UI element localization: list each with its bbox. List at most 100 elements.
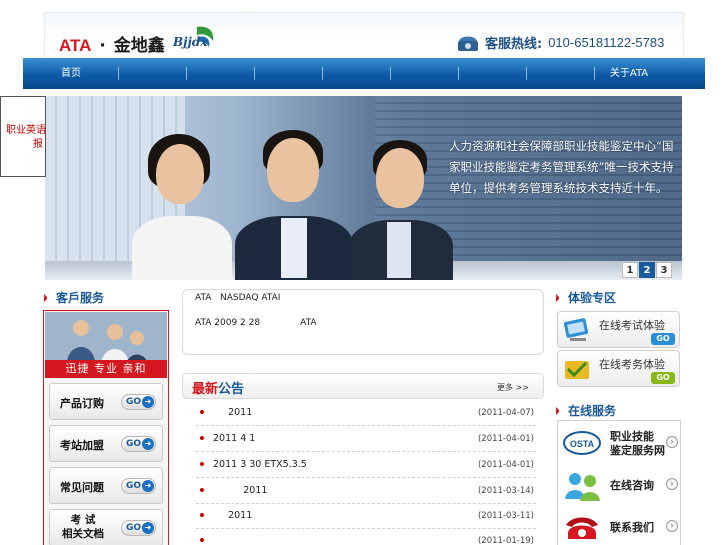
contact-us-label: 联系我们 [610,521,654,534]
site-logo[interactable]: ATA · 金地鑫 [59,31,165,56]
notice-text[interactable]: 2011 [213,485,267,496]
notice-date: (2011-03-14) [477,486,534,496]
bullet-dot-icon [200,488,204,492]
go-arrow-icon[interactable]: GO [651,372,675,384]
consult-people-icon [565,473,600,501]
exam-screen-icon [563,318,589,341]
go-arrow-icon[interactable]: GO [121,436,156,452]
hotline-label: 客服热线: [485,37,543,52]
go-arrow-icon[interactable]: GO [121,520,156,536]
order-product-label: 产品订购 [60,397,104,410]
logo-ata-text: ATA [59,36,92,55]
site-header: ATA · 金地鑫 Bjjdx 客服热线: 010-65181122-5783 [44,12,684,62]
side-popup-ad[interactable]: 职业英语 报 [0,96,46,177]
online-affairs-demo-button[interactable]: 在线考务体验 GO [557,350,680,387]
notice-row[interactable]: 2011 (2011-03-11) [196,503,536,529]
customer-service-panel: 迅捷 专业 亲和 产品订购 GO 考站加盟 GO 常见问题 GO 考 试 相关文… [43,310,169,545]
nav-item-7[interactable] [459,58,527,89]
banner-page-1[interactable]: 1 [622,262,638,278]
experience-heading: 体验专区 [556,289,616,306]
online-service-heading: 在线服务 [556,402,616,419]
chevron-right-icon[interactable]: › [666,478,678,490]
notice-title: 最新公告 [192,378,244,397]
bullet-dot-icon [200,538,204,542]
section-bullet-icon [556,406,562,415]
notice-row[interactable]: 2011 3 30 ETX5.3.5 (2011-04-01) [196,452,536,478]
nav-item-8[interactable] [527,58,595,89]
nav-item-about[interactable]: 关于ATA [595,58,663,89]
news-line-2[interactable]: ATA 2009 2 28 ATA [195,318,317,328]
affairs-folder-icon [565,361,589,379]
online-consult-label: 在线咨询 [610,479,654,492]
skill-appraisal-label: 职业技能 鉴定服务网 [610,430,665,458]
banner-person-man-center [235,130,355,280]
banner-person-man-right [345,140,455,280]
notice-text[interactable]: 2011 4 1 [213,433,255,444]
faq-label: 常见问题 [60,481,104,494]
notice-row[interactable]: 2011 (2011-04-07) [196,400,536,426]
notice-text[interactable]: 2011 [213,510,252,521]
chevron-right-icon[interactable]: › [666,520,678,532]
banner-caption: 人力资源和社会保障部职业技能鉴定中心“国家职业技能鉴定考务管理系统”唯一技术支持… [449,139,674,195]
nav-item-3[interactable] [187,58,255,89]
notice-title-b: 公告 [218,382,245,397]
notice-header: 最新公告 更多 >> [182,373,544,399]
go-arrow-icon[interactable]: GO [651,333,675,345]
customer-service-slogan: 迅捷 专业 亲和 [45,360,167,378]
notice-row[interactable]: 2011 (2011-03-14) [196,478,536,504]
hero-banner[interactable]: 人力资源和社会保障部职业技能鉴定中心“国家职业技能鉴定考务管理系统”唯一技术支持… [45,96,682,280]
join-exam-station-button[interactable]: 考站加盟 GO [49,425,163,462]
section-bullet-icon [556,293,562,302]
bullet-dot-icon [200,513,204,517]
skill-appraisal-link[interactable]: OSTA 职业技能 鉴定服务网 › [561,423,681,463]
banner-page-2[interactable]: 2 [639,262,655,278]
contact-us-link[interactable]: 联系我们 › [561,507,681,545]
online-exam-demo-label: 在线考试体验 [599,319,665,332]
notice-date: (2011-04-07) [477,408,534,418]
online-service-panel: OSTA 职业技能 鉴定服务网 › 在线咨询 › 联系我们 › [557,420,681,545]
osta-logo-text: OSTA [570,439,595,449]
experience-title: 体验专区 [568,291,617,305]
bullet-dot-icon [200,436,204,440]
exam-documents-button[interactable]: 考 试 相关文档 GO [49,509,163,545]
nav-item-home[interactable]: 首页 [23,58,119,89]
side-popup-line1: 职业英语 [6,125,46,136]
exam-documents-label: 考 试 相关文档 [60,513,106,541]
go-arrow-icon[interactable]: GO [121,478,156,494]
bullet-dot-icon [200,410,204,414]
notice-more-link[interactable]: 更多 >> [497,382,529,393]
contact-phone-icon [566,517,598,539]
section-bullet-icon [44,293,50,302]
notice-row[interactable]: (2011-01-19) [196,528,536,545]
nav-item-6[interactable] [391,58,459,89]
news-line-1[interactable]: ATA NASDAQ ATAI [195,293,280,303]
exam-documents-label-line1: 考 试 [70,514,96,526]
online-service-title: 在线服务 [568,404,617,418]
notice-row[interactable]: 2011 4 1 (2011-04-01) [196,426,536,452]
faq-button[interactable]: 常见问题 GO [49,467,163,504]
nav-item-2[interactable] [119,58,187,89]
notice-text[interactable]: 2011 3 30 ETX5.3.5 [213,459,307,470]
exam-documents-label-line2: 相关文档 [62,528,104,540]
order-product-button[interactable]: 产品订购 GO [49,383,163,420]
hotline-number: 010-65181122-5783 [548,35,665,50]
notice-date: (2011-03-11) [477,511,534,521]
banner-page-3[interactable]: 3 [656,262,672,278]
nav-item-4[interactable] [255,58,323,89]
banner-pager: 1 2 3 [622,262,673,278]
go-arrow-icon[interactable]: GO [121,394,156,410]
bjjdx-logo-icon: Bjjdx [171,23,217,55]
notice-text[interactable]: 2011 [213,407,252,418]
customer-service-title: 客戶服务 [56,291,105,305]
chevron-right-icon[interactable]: › [666,436,678,448]
online-exam-demo-button[interactable]: 在线考试体验 GO [557,311,680,348]
nav-item-5[interactable] [323,58,391,89]
skill-appraisal-label-line2: 鉴定服务网 [610,444,665,457]
notice-title-a: 最新 [192,382,219,397]
online-consult-link[interactable]: 在线咨询 › [561,465,681,505]
logo-mark-text: Bjjdx [173,35,208,49]
osta-logo-icon: OSTA [563,431,601,455]
notice-date: (2011-04-01) [477,434,534,444]
notice-date: (2011-01-19) [477,536,534,545]
logo-brand-text: 金地鑫 [113,36,165,56]
